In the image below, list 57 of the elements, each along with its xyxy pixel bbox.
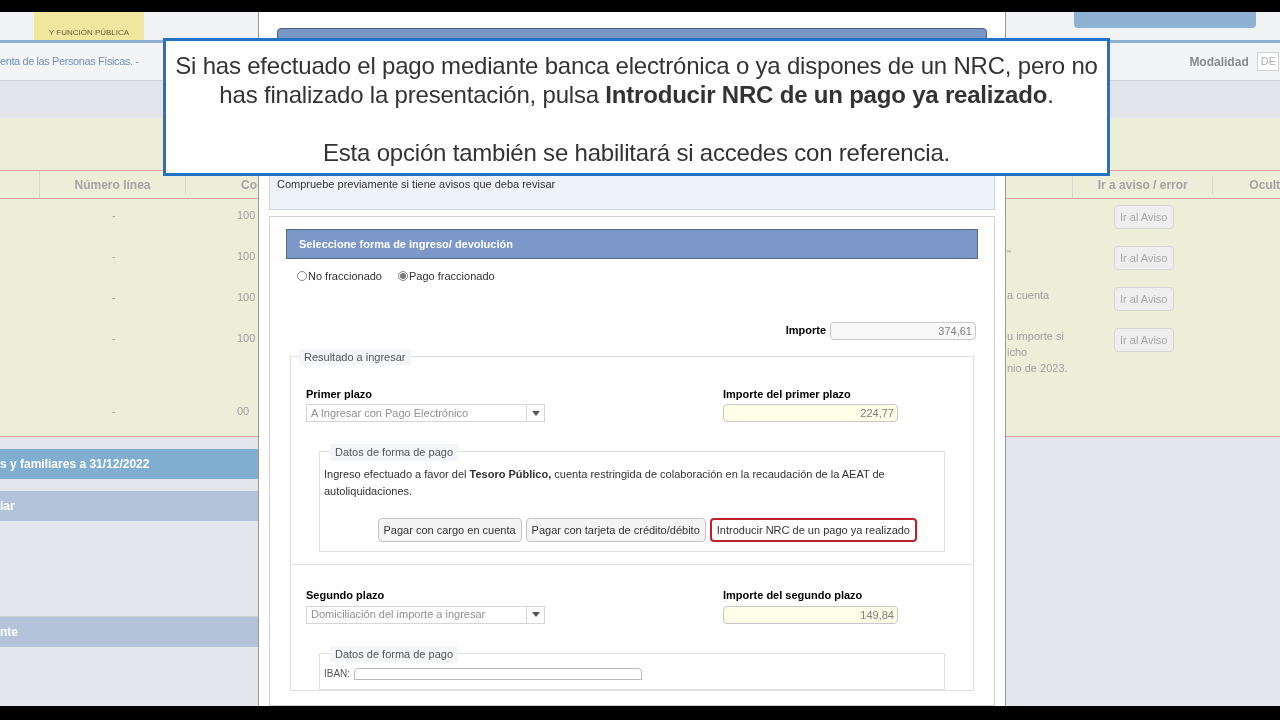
table-cell-text: - bbox=[112, 249, 117, 264]
iban-field[interactable] bbox=[354, 667, 643, 680]
section-title: Seleccione forma de ingreso/ devolución bbox=[299, 236, 513, 252]
row-text: nio de 2023. bbox=[1007, 361, 1068, 376]
breadcrumb: enta de las Personas Físicas. - bbox=[0, 54, 139, 70]
amount-field[interactable]: 374,61 bbox=[830, 321, 976, 340]
payment-button[interactable]: Introducir NRC de un pago ya realizado bbox=[709, 518, 917, 542]
payment-button[interactable]: Pagar con tarjeta de crédito/débito bbox=[525, 518, 706, 542]
row-text: icho bbox=[1007, 345, 1028, 360]
table-cell-text: - bbox=[112, 331, 117, 346]
section-title: nte bbox=[0, 624, 18, 641]
amount-label: Importe del segundo plazo bbox=[723, 588, 863, 603]
section-title: iar bbox=[0, 498, 15, 515]
modalidad-label: Modalidad bbox=[1189, 53, 1249, 71]
plazo-label: Segundo plazo bbox=[306, 588, 385, 603]
caret-icon bbox=[531, 410, 540, 416]
amount-field[interactable]: 149,84 bbox=[723, 605, 898, 624]
notice-text: Compruebe previamente si tiene avisos que deba revisar bbox=[277, 178, 556, 190]
go-to-warning-button[interactable]: Ir al Aviso bbox=[1114, 287, 1174, 311]
table-cell-text: 100 bbox=[237, 331, 256, 346]
table-cell-text: - bbox=[112, 404, 117, 419]
go-to-warning-button[interactable]: Ir al Aviso bbox=[1114, 205, 1174, 229]
table-cell-text: 100 bbox=[237, 249, 256, 264]
column-header: Ocult bbox=[1248, 176, 1280, 194]
payment-description: Ingreso efectuado a favor del Tesoro Público, cuenta restringida de colaboración en la recaudación de la AEAT de autoliquidaciones. bbox=[324, 467, 886, 499]
radio-button[interactable] bbox=[297, 271, 307, 282]
callout-text: Esta opción también se habilitará si accedes con referencia. bbox=[322, 138, 951, 167]
payment-select[interactable]: Domiciliación del importe a ingresar bbox=[306, 605, 545, 624]
importe-label: Importe bbox=[785, 323, 826, 339]
radio-label: Pago fraccionado bbox=[409, 269, 495, 284]
callout-text: Si has efectuado el pago mediante banca electrónica o ya dispones de un NRC, pero no has finalizado la presentación, pulsa Introducir NRC de un pago ya realizado. bbox=[174, 51, 1099, 109]
iban-label: IBAN: bbox=[324, 667, 351, 680]
radio-label: No fraccionado bbox=[308, 269, 382, 284]
table-cell-text: 100 bbox=[237, 208, 256, 223]
radio-button[interactable] bbox=[398, 271, 408, 282]
column-header: Co bbox=[240, 176, 257, 194]
table-cell-text: - bbox=[112, 208, 117, 223]
amount-label: Importe del primer plazo bbox=[723, 386, 851, 402]
payment-button[interactable]: Pagar con cargo en cuenta bbox=[377, 518, 522, 542]
payment-select[interactable]: A Ingresar con Pago Electrónico bbox=[306, 404, 545, 422]
fieldset-legend: Datos de forma de pago bbox=[330, 444, 459, 461]
go-to-warning-button[interactable]: Ir al Aviso bbox=[1114, 328, 1174, 352]
table-cell-text: 00 bbox=[237, 404, 250, 419]
amount-field[interactable]: 224,77 bbox=[723, 404, 898, 422]
row-text: u importe si bbox=[1007, 329, 1064, 344]
fieldset-legend: Resultado a ingresar bbox=[299, 348, 411, 365]
table-cell-text: - bbox=[112, 290, 117, 305]
modalidad-field[interactable]: DE bbox=[1256, 52, 1279, 71]
fieldset-legend: Datos de forma de pago bbox=[330, 645, 459, 662]
table-cell-text: 100 bbox=[237, 290, 256, 305]
section-title: s y familiares a 31/12/2022 bbox=[0, 456, 150, 473]
caret-icon bbox=[531, 612, 540, 617]
logo-text: Y FUNCIÓN PÚBLICA bbox=[48, 28, 130, 38]
row-text: " bbox=[1007, 247, 1011, 262]
go-to-warning-button[interactable]: Ir al Aviso bbox=[1114, 246, 1174, 270]
row-text: a cuenta bbox=[1007, 288, 1050, 303]
plazo-label: Primer plazo bbox=[306, 386, 373, 402]
